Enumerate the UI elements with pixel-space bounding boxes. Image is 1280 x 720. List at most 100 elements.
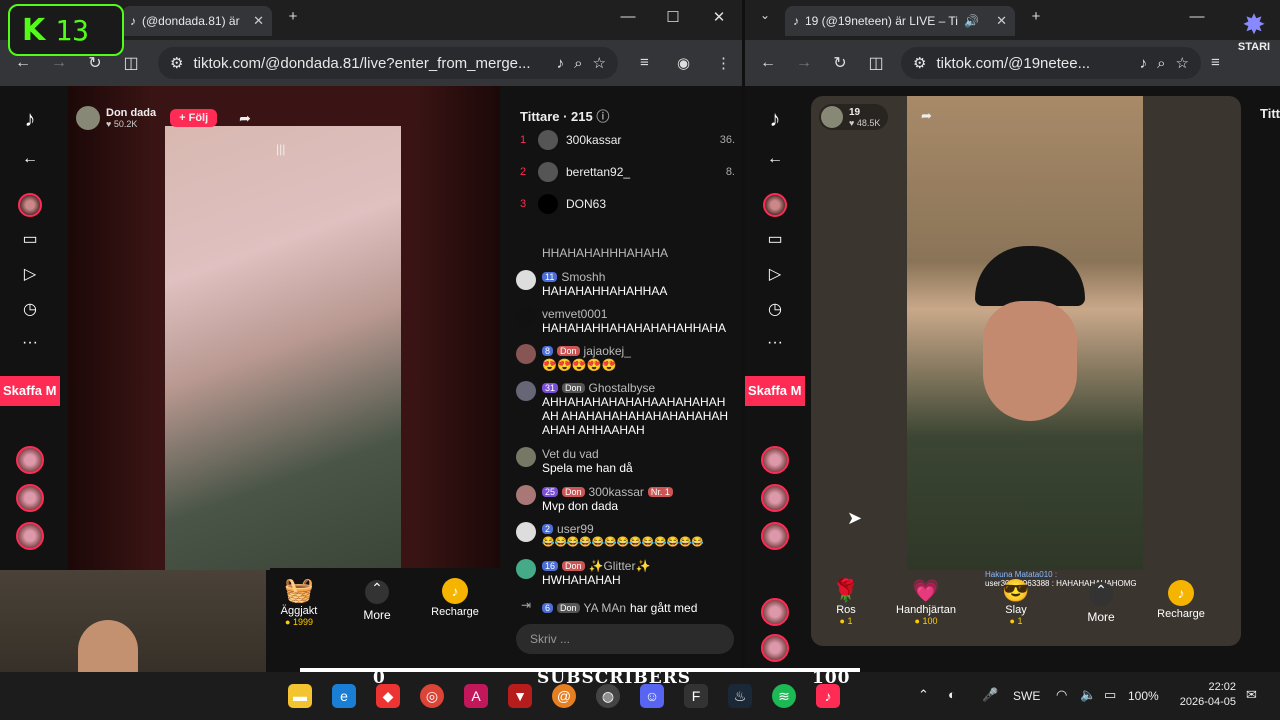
- profile-avatar[interactable]: [18, 193, 42, 217]
- close-tab-icon[interactable]: ✕: [996, 13, 1007, 29]
- live-avatar[interactable]: [16, 484, 44, 512]
- gift-aggjakt[interactable]: 🧺 Äggjakt ● 1999: [264, 576, 334, 627]
- live-avatar[interactable]: [761, 484, 789, 512]
- live-avatar[interactable]: [761, 634, 789, 662]
- chat-input[interactable]: Skriv ...: [516, 624, 734, 654]
- streamer-avatar[interactable]: [821, 106, 843, 128]
- reload-icon[interactable]: ↻: [82, 53, 108, 73]
- reload-icon[interactable]: ↻: [827, 53, 853, 73]
- back-arrow-icon[interactable]: ←: [763, 150, 787, 174]
- tab-19neteen[interactable]: ♪ 19 (@19neteen) är LIVE – Ti 🔊 ✕: [785, 6, 1015, 36]
- live-avatar[interactable]: [16, 446, 44, 474]
- explore-icon[interactable]: ▷: [18, 264, 42, 288]
- gift-ros[interactable]: 🌹 Ros ● 1: [811, 578, 881, 654]
- close-window-icon[interactable]: ✕: [707, 8, 731, 26]
- beanie: [975, 246, 1085, 306]
- gift-handhjartan[interactable]: 💗 Handhjärtan ● 100: [881, 578, 971, 654]
- notification-icon[interactable]: ✉: [1246, 687, 1257, 703]
- back-icon[interactable]: ←: [755, 54, 781, 72]
- forward-icon[interactable]: →: [791, 54, 817, 72]
- back-icon[interactable]: ←: [10, 54, 36, 72]
- address-bar[interactable]: ⚙ tiktok.com/@19netee... ♪ ⌕ ☆: [901, 47, 1201, 79]
- get-app-banner[interactable]: Skaffa M: [0, 376, 60, 406]
- back-arrow-icon[interactable]: ←: [18, 150, 42, 174]
- split-view-icon[interactable]: ◫: [118, 53, 144, 73]
- more-dots-icon[interactable]: ···: [18, 334, 42, 358]
- tab-search-icon[interactable]: ⌄: [753, 8, 777, 22]
- battery-icon[interactable]: ▭: [1104, 687, 1116, 703]
- ranking-row[interactable]: 3 DON63: [520, 194, 735, 214]
- live-avatar[interactable]: [16, 522, 44, 550]
- recharge-button[interactable]: ♪ Recharge: [1141, 578, 1221, 654]
- streamer-avatar[interactable]: [76, 106, 100, 130]
- stari-logo: ✸ STARI: [1232, 8, 1276, 68]
- tiktok-logo-icon[interactable]: ♪: [763, 106, 787, 131]
- streamer-name[interactable]: 19: [849, 107, 880, 118]
- split-view-icon[interactable]: ◫: [863, 53, 889, 73]
- minimize-icon[interactable]: —: [1185, 8, 1209, 25]
- recharge-button[interactable]: ♪ Recharge: [420, 576, 490, 618]
- tab-dondada[interactable]: ♪ (@dondada.81) är ✕: [122, 6, 272, 36]
- address-bar[interactable]: ⚙ tiktok.com/@dondada.81/live?enter_from…: [158, 47, 618, 79]
- gift-more[interactable]: ⌃ More: [342, 576, 412, 622]
- ranking-row[interactable]: 2 berettan92_ 8.: [520, 162, 735, 182]
- history-icon[interactable]: ◷: [18, 299, 42, 323]
- tiktok-ext-icon[interactable]: ♪: [557, 55, 565, 72]
- live-camera-icon[interactable]: ▭: [763, 229, 787, 253]
- live-video[interactable]: [907, 96, 1143, 570]
- chrome-icon[interactable]: ◎: [420, 684, 444, 708]
- maximize-icon[interactable]: ☐: [661, 8, 685, 26]
- bookmark-star-icon[interactable]: ☆: [593, 54, 606, 72]
- site-info-icon[interactable]: ⚙: [913, 54, 926, 72]
- forward-icon[interactable]: →: [46, 54, 72, 72]
- profile-icon[interactable]: ◉: [677, 54, 690, 72]
- microphone-icon[interactable]: 🎤: [982, 687, 998, 703]
- live-avatar[interactable]: [761, 598, 789, 626]
- clock[interactable]: 22:02 2026-04-05: [1172, 680, 1236, 710]
- gift-more[interactable]: ⌃ More: [1061, 578, 1141, 654]
- edge-icon[interactable]: e: [332, 684, 356, 708]
- share-icon[interactable]: ➦: [239, 110, 251, 127]
- zoom-icon[interactable]: ⌕: [574, 55, 582, 72]
- volume-bars-icon[interactable]: |||: [276, 142, 285, 156]
- more-dots-icon[interactable]: ···: [763, 334, 787, 358]
- tiktok-logo-icon[interactable]: ♪: [18, 106, 42, 131]
- follow-button[interactable]: + Följ: [170, 109, 218, 127]
- app-icon[interactable]: ▼: [508, 684, 532, 708]
- explore-icon[interactable]: ▷: [763, 264, 787, 288]
- live-avatar[interactable]: [761, 522, 789, 550]
- url-text: tiktok.com/@19netee...: [936, 54, 1091, 72]
- language-indicator[interactable]: SWE: [1013, 689, 1040, 703]
- spotify-icon[interactable]: ≋: [772, 684, 796, 708]
- streamer-face: [983, 301, 1077, 421]
- menu-icon[interactable]: ⋮: [716, 54, 731, 72]
- profile-avatar[interactable]: [763, 193, 787, 217]
- gift-slay[interactable]: 😎 Slay ● 1: [971, 578, 1061, 654]
- steam-icon[interactable]: ♨: [728, 684, 752, 708]
- new-tab-icon[interactable]: +: [1024, 8, 1048, 25]
- tray-chevron-icon[interactable]: ⌃: [918, 687, 929, 703]
- site-info-icon[interactable]: ⚙: [170, 54, 183, 72]
- media-control-icon[interactable]: ≡: [640, 54, 649, 71]
- audio-icon[interactable]: 🔊: [964, 14, 979, 28]
- media-control-icon[interactable]: ≡: [1211, 54, 1220, 71]
- close-tab-icon[interactable]: ✕: [253, 13, 264, 29]
- tiktok-ext-icon[interactable]: ♪: [1140, 55, 1148, 72]
- get-app-banner[interactable]: Skaffa M: [745, 376, 805, 406]
- live-avatar[interactable]: [761, 446, 789, 474]
- file-explorer-icon[interactable]: ▬: [288, 684, 312, 708]
- tray-app-icon[interactable]: ◐: [948, 687, 956, 702]
- new-tab-icon[interactable]: +: [281, 8, 305, 25]
- app-icon[interactable]: A: [464, 684, 488, 708]
- live-video[interactable]: [165, 126, 401, 570]
- wifi-icon[interactable]: ◠: [1056, 687, 1067, 703]
- volume-icon[interactable]: 🔈: [1080, 687, 1096, 703]
- zoom-icon[interactable]: ⌕: [1157, 55, 1165, 72]
- ranking-row[interactable]: 1 300kassar 36.: [520, 130, 735, 150]
- streamer-name[interactable]: Don dada: [106, 107, 156, 119]
- bookmark-star-icon[interactable]: ☆: [1176, 54, 1189, 72]
- minimize-icon[interactable]: —: [616, 8, 640, 25]
- history-icon[interactable]: ◷: [763, 299, 787, 323]
- share-icon[interactable]: ➦: [921, 108, 932, 124]
- live-camera-icon[interactable]: ▭: [18, 229, 42, 253]
